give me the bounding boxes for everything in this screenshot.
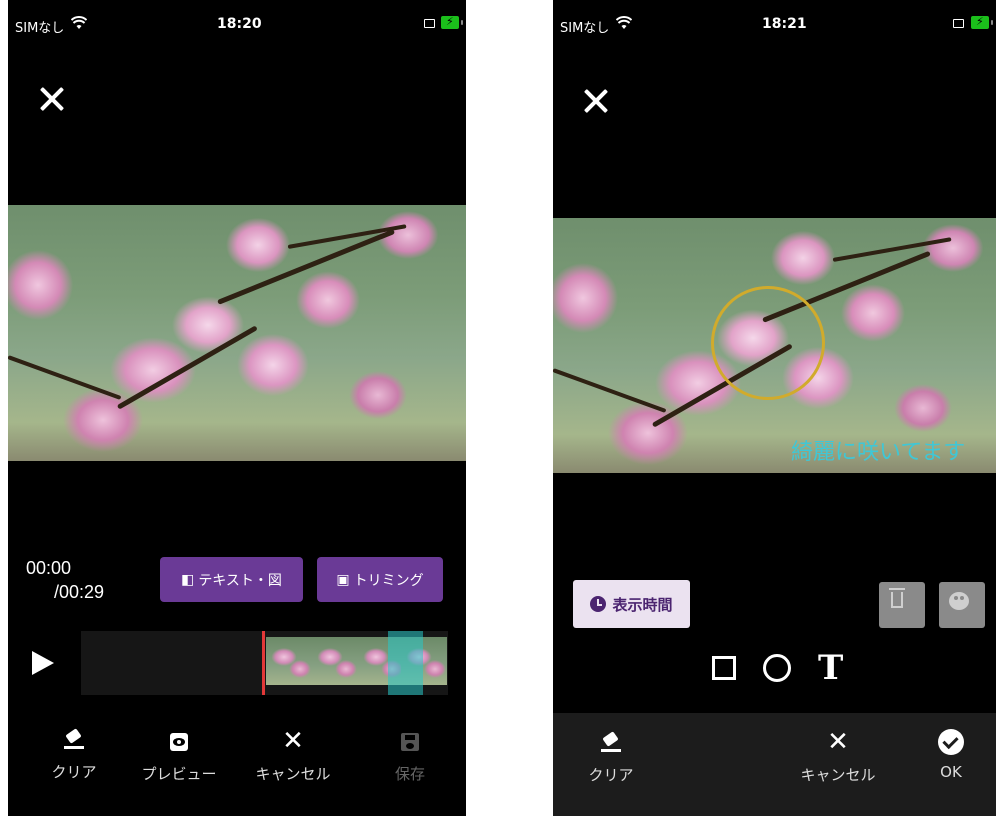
cancel-button[interactable]: ✕ キャンセル <box>248 726 338 784</box>
eye-icon <box>170 733 188 751</box>
phone-screen-annotate: SIMなし 18:21 ⚡ 綺麗に咲いてます 表示時間 T クリア ✕ キャンセ <box>553 0 996 816</box>
eraser-icon <box>64 733 84 749</box>
palette-icon <box>949 592 969 610</box>
preview-label: プレビュー <box>141 765 217 783</box>
save-icon <box>401 733 419 751</box>
clear-label: クリア <box>51 763 97 781</box>
text-tool[interactable]: T <box>818 651 843 685</box>
preview-button[interactable]: プレビュー <box>134 733 224 784</box>
wifi-icon <box>615 15 633 34</box>
close-icon[interactable] <box>39 86 65 112</box>
clock-icon <box>590 596 607 612</box>
circle-tool[interactable] <box>763 654 791 682</box>
status-bar: SIMなし 18:21 ⚡ <box>553 0 996 40</box>
trash-icon <box>889 588 905 608</box>
close-icon: ✕ <box>827 727 849 757</box>
trim-selection[interactable] <box>388 631 423 695</box>
trim-label: トリミング <box>353 572 424 589</box>
cancel-label: キャンセル <box>800 766 876 784</box>
check-icon <box>938 729 964 755</box>
total-time: /00:29 <box>54 582 105 602</box>
wifi-icon <box>70 15 88 34</box>
video-preview[interactable] <box>8 205 466 461</box>
carrier-label: SIMなし <box>560 21 610 36</box>
save-label: 保存 <box>394 765 425 783</box>
display-time-button[interactable]: 表示時間 <box>573 580 690 628</box>
bottom-toolbar: クリア ✕ キャンセル OK <box>553 713 996 816</box>
display-time-label: 表示時間 <box>612 595 673 614</box>
save-button[interactable]: 保存 <box>365 733 455 784</box>
ok-label: OK <box>940 763 962 781</box>
close-icon: ✕ <box>282 726 304 756</box>
playhead[interactable] <box>262 631 265 695</box>
cancel-label: キャンセル <box>255 765 331 783</box>
ok-button[interactable]: OK <box>906 729 996 781</box>
trim-icon: ▣ <box>336 571 350 588</box>
delete-button[interactable] <box>879 582 925 628</box>
battery-icon: ⚡ <box>971 15 993 29</box>
shape-icon: ◧ <box>181 571 195 588</box>
status-time: 18:20 <box>217 16 262 32</box>
battery-icon: ⚡ <box>441 15 463 29</box>
close-icon[interactable] <box>583 88 609 114</box>
timeline-thumbnail <box>266 637 312 685</box>
carrier-label: SIMなし <box>15 21 65 36</box>
clear-label: クリア <box>588 766 634 784</box>
airplay-icon <box>953 19 964 28</box>
status-bar: SIMなし 18:20 ⚡ <box>8 0 466 40</box>
circle-annotation[interactable] <box>711 286 825 400</box>
cancel-button[interactable]: ✕ キャンセル <box>793 727 883 785</box>
trim-button[interactable]: ▣ トリミング <box>317 557 443 602</box>
color-button[interactable] <box>939 582 985 628</box>
timeline[interactable] <box>81 631 448 695</box>
clear-button[interactable]: クリア <box>29 733 119 782</box>
text-shape-label: テキスト・図 <box>198 572 282 589</box>
play-icon[interactable] <box>32 651 54 675</box>
current-time: 00:00 <box>26 558 72 578</box>
status-time: 18:21 <box>762 16 807 32</box>
rectangle-tool[interactable] <box>712 656 736 680</box>
eraser-icon <box>601 736 621 752</box>
airplay-icon <box>424 19 435 28</box>
phone-screen-edit: SIMなし 18:20 ⚡ 00:00 /00:29 ◧ テキスト・図 ▣ トリ… <box>8 0 466 816</box>
clear-button[interactable]: クリア <box>566 736 656 785</box>
text-shape-button[interactable]: ◧ テキスト・図 <box>160 557 303 602</box>
timeline-thumbnail <box>312 637 358 685</box>
overlay-text[interactable]: 綺麗に咲いてます <box>791 434 965 466</box>
